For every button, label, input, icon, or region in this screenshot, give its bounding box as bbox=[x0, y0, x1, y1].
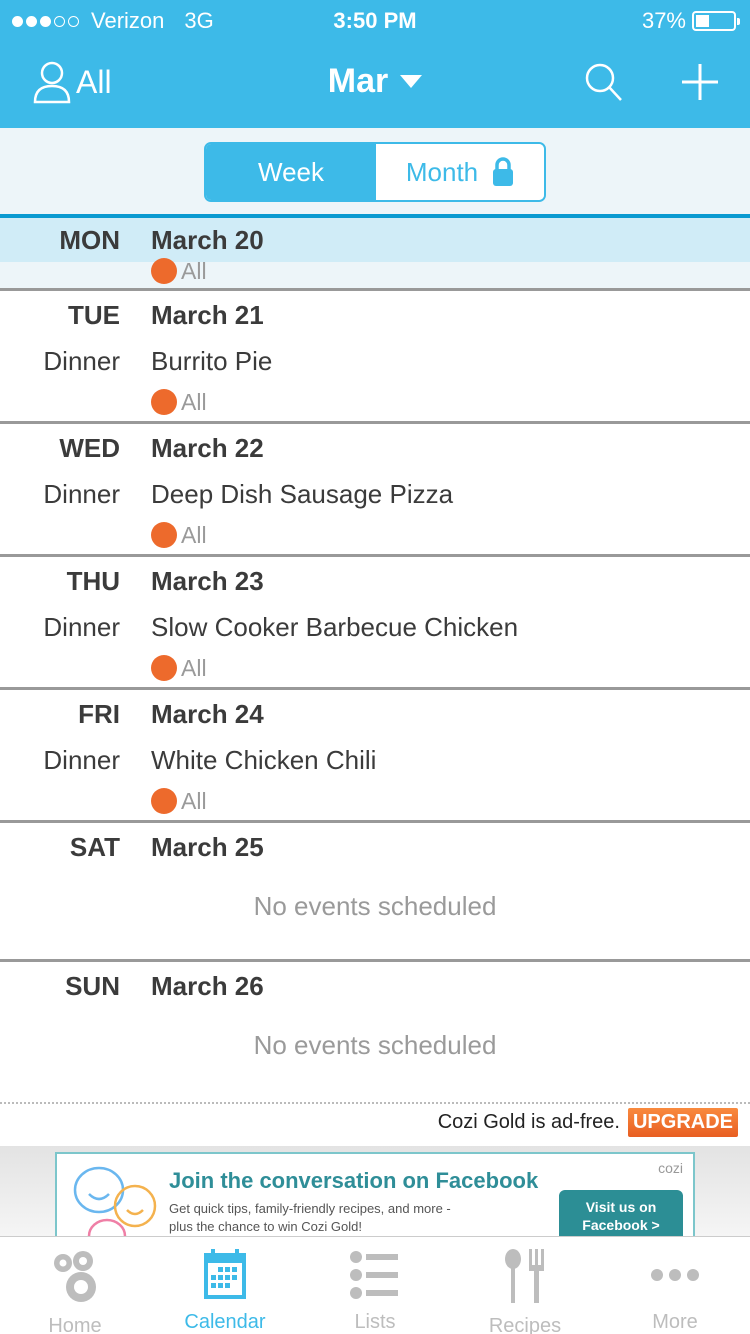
tab-home[interactable]: Home bbox=[0, 1237, 150, 1334]
month-tab[interactable]: Month bbox=[376, 144, 544, 200]
event-item[interactable]: Dinner Burrito Pie All bbox=[0, 339, 750, 421]
ad-subtitle: Get quick tips, family-friendly recipes,… bbox=[169, 1200, 549, 1236]
promo-text: Cozi Gold is ad-free. bbox=[437, 1111, 620, 1133]
ad-cta-line-1: Visit us on bbox=[585, 1199, 657, 1215]
month-picker[interactable]: Mar bbox=[327, 62, 423, 101]
week-agenda: MON March 20 All TUE March 21 Dinner Bur… bbox=[0, 218, 750, 1098]
recipes-icon bbox=[505, 1249, 544, 1303]
day-row-thu: THU March 23 Dinner Slow Cooker Barbecue… bbox=[0, 557, 750, 690]
tab-label: Recipes bbox=[488, 1315, 562, 1334]
tab-label: Home bbox=[48, 1315, 102, 1334]
tab-calendar[interactable]: Calendar bbox=[150, 1237, 300, 1334]
add-event-button[interactable] bbox=[680, 62, 720, 107]
tab-more[interactable]: More bbox=[600, 1237, 750, 1334]
ad-cta-button[interactable]: Visit us on Facebook > bbox=[559, 1190, 683, 1236]
day-date: March 25 bbox=[151, 831, 264, 862]
day-of-week: SAT bbox=[69, 831, 120, 862]
member-label: All bbox=[181, 388, 207, 415]
event-title: Slow Cooker Barbecue Chicken bbox=[151, 611, 519, 642]
event-item[interactable]: Dinner Deep Dish Sausage Pizza All bbox=[0, 472, 750, 554]
day-date: March 22 bbox=[151, 432, 264, 463]
day-row-sun[interactable]: SUN March 26 No events scheduled bbox=[0, 962, 750, 1098]
battery-fill bbox=[696, 15, 710, 27]
app-header: Verizon 3G 3:50 PM 37% All Mar bbox=[0, 0, 750, 128]
dotted-divider bbox=[0, 1102, 750, 1104]
view-toggle: Week Month bbox=[204, 142, 546, 202]
plus-icon bbox=[682, 64, 718, 100]
member-color-dot bbox=[151, 389, 177, 415]
ad-free-promo: Cozi Gold is ad-free. UPGRADE bbox=[438, 1108, 738, 1137]
member-label: All bbox=[181, 654, 207, 681]
meal-type: Dinner bbox=[43, 611, 120, 642]
member-color-dot bbox=[151, 258, 177, 284]
tab-bar: Home Calendar Lists Recipes More bbox=[0, 1236, 750, 1334]
tab-recipes[interactable]: Recipes bbox=[450, 1237, 600, 1334]
smiley-faces-icon bbox=[73, 1166, 157, 1236]
view-toggle-bar: Week Month bbox=[0, 128, 750, 216]
ad-cta-line-2: Facebook > bbox=[582, 1217, 660, 1233]
lock-icon bbox=[493, 157, 514, 186]
cozi-logo: cozi bbox=[658, 1160, 683, 1176]
day-row-sat[interactable]: SAT March 25 No events scheduled bbox=[0, 823, 750, 962]
tab-lists[interactable]: Lists bbox=[300, 1237, 450, 1334]
day-date: March 20 bbox=[151, 224, 264, 255]
day-of-week: WED bbox=[59, 432, 120, 463]
day-date: March 23 bbox=[151, 565, 264, 596]
member-color-dot bbox=[151, 788, 177, 814]
member-label: All bbox=[181, 521, 207, 548]
battery-percent: 37% bbox=[641, 8, 686, 33]
day-row-mon[interactable]: MON March 20 All bbox=[0, 218, 750, 291]
day-of-week: TUE bbox=[68, 299, 120, 330]
ad-title: Join the conversation on Facebook bbox=[169, 1168, 539, 1193]
dropdown-arrow-icon bbox=[400, 75, 423, 88]
event-title: Burrito Pie bbox=[151, 345, 273, 376]
tab-label: Lists bbox=[354, 1311, 396, 1333]
more-icon bbox=[651, 1269, 699, 1281]
status-bar: Verizon 3G 3:50 PM 37% bbox=[0, 0, 750, 40]
day-of-week: MON bbox=[59, 224, 120, 255]
event-item[interactable]: Dinner White Chicken Chili All bbox=[0, 738, 750, 820]
day-date: March 26 bbox=[151, 970, 264, 1001]
list-icon bbox=[350, 1251, 398, 1299]
ad-line-1: Get quick tips, family-friendly recipes,… bbox=[169, 1201, 451, 1216]
member-label: All bbox=[181, 257, 207, 284]
day-date: March 21 bbox=[151, 299, 264, 330]
no-events-text: No events scheduled bbox=[253, 1030, 497, 1060]
event-title: Deep Dish Sausage Pizza bbox=[151, 478, 454, 509]
battery-icon bbox=[692, 11, 740, 31]
no-events-text: No events scheduled bbox=[253, 891, 497, 921]
member-label: All bbox=[181, 787, 207, 814]
month-tab-label: Month bbox=[405, 156, 479, 187]
day-date: March 24 bbox=[151, 698, 264, 729]
tab-label: Calendar bbox=[184, 1311, 266, 1333]
member-color-dot bbox=[151, 522, 177, 548]
week-tab[interactable]: Week bbox=[206, 144, 376, 200]
event-title: White Chicken Chili bbox=[151, 744, 377, 775]
meal-type: Dinner bbox=[43, 744, 120, 775]
search-icon bbox=[585, 63, 622, 101]
day-of-week: SUN bbox=[65, 970, 120, 1001]
home-icon bbox=[54, 1251, 96, 1302]
facebook-ad-banner[interactable]: Join the conversation on Facebook Get qu… bbox=[55, 1152, 695, 1236]
day-of-week: FRI bbox=[78, 698, 120, 729]
calendar-icon bbox=[204, 1249, 246, 1299]
ad-line-2: plus the chance to win Cozi Gold! bbox=[169, 1219, 362, 1234]
status-time: 3:50 PM bbox=[333, 8, 417, 33]
member-color-dot bbox=[151, 655, 177, 681]
month-label: Mar bbox=[327, 62, 389, 100]
event-item[interactable]: Dinner Slow Cooker Barbecue Chicken All bbox=[0, 605, 750, 687]
tab-label: More bbox=[652, 1311, 698, 1333]
meal-type: Dinner bbox=[43, 345, 120, 376]
search-button[interactable] bbox=[584, 62, 624, 107]
day-of-week: THU bbox=[66, 565, 120, 596]
upgrade-button[interactable]: UPGRADE bbox=[627, 1108, 738, 1137]
meal-type: Dinner bbox=[43, 478, 120, 509]
day-row-wed: WED March 22 Dinner Deep Dish Sausage Pi… bbox=[0, 424, 750, 557]
day-row-fri: FRI March 24 Dinner White Chicken Chili … bbox=[0, 690, 750, 823]
day-row-tue: TUE March 21 Dinner Burrito Pie All bbox=[0, 291, 750, 424]
